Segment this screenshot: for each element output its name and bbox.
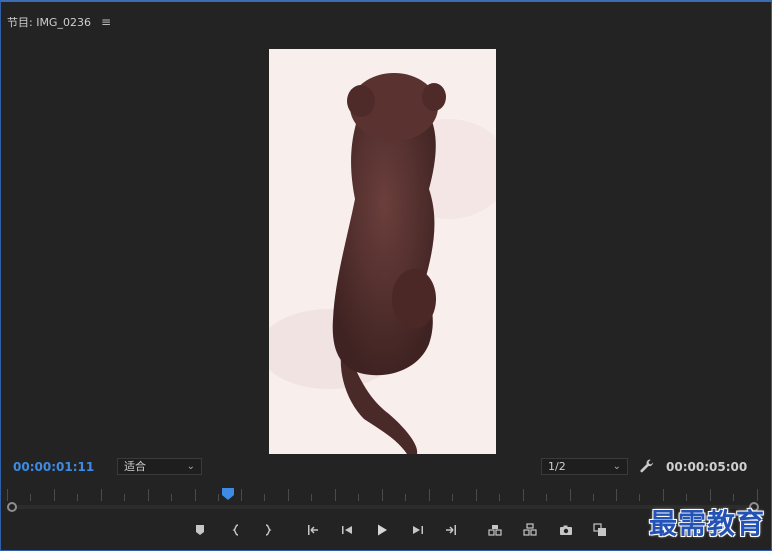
- playhead-marker[interactable]: [221, 486, 235, 500]
- mark-in-button[interactable]: [227, 521, 245, 539]
- ruler-tick-minor: [452, 494, 453, 501]
- step-forward-button[interactable]: [409, 521, 427, 539]
- ruler-tick-minor: [639, 494, 640, 501]
- dog-preview-image: [269, 49, 496, 454]
- chevron-down-icon: ⌄: [612, 461, 621, 472]
- scrollbar-start-handle[interactable]: [7, 502, 17, 512]
- duration-timecode: 00:00:05:00: [666, 460, 748, 474]
- ruler-tick-minor: [311, 494, 312, 501]
- go-to-in-button[interactable]: [304, 521, 322, 539]
- ruler-tick-major: [523, 489, 524, 501]
- zoom-scrollbar[interactable]: [7, 502, 759, 512]
- video-preview: [269, 49, 496, 454]
- ruler-tick-minor: [171, 494, 172, 501]
- ruler-tick-minor: [686, 494, 687, 501]
- ruler-tick-minor: [593, 494, 594, 501]
- comparison-view-button[interactable]: [591, 521, 609, 539]
- ruler-tick-minor: [546, 494, 547, 501]
- monitor-controls-row: 00:00:01:11 适合 ⌄ 1/2 ⌄ 00:00:05:00: [1, 457, 771, 477]
- ruler-tick-major: [710, 489, 711, 501]
- watermark-logo: 最需教育: [649, 507, 766, 540]
- step-back-icon: [342, 526, 352, 534]
- go-to-in-icon: [308, 525, 318, 535]
- mini-timeline[interactable]: [7, 485, 759, 513]
- add-marker-button[interactable]: [191, 521, 209, 539]
- current-timecode[interactable]: 00:00:01:11: [13, 460, 94, 474]
- step-forward-icon: [413, 526, 423, 534]
- ruler-tick-major: [7, 489, 8, 501]
- ruler-tick-major: [616, 489, 617, 501]
- ruler-tick-major: [570, 489, 571, 501]
- ruler-tick-minor: [733, 494, 734, 501]
- marker-icon: [196, 525, 204, 535]
- panel-title: 节目: IMG_0236: [7, 16, 91, 29]
- ruler-tick-minor: [218, 494, 219, 501]
- ruler-tick-major: [241, 489, 242, 501]
- ruler-tick-major: [101, 489, 102, 501]
- playback-resolution-select[interactable]: 1/2 ⌄: [541, 458, 628, 475]
- play-icon: [378, 524, 387, 536]
- mark-out-icon: [265, 524, 272, 536]
- extract-icon: [523, 523, 537, 536]
- ruler-tick-major: [54, 489, 55, 501]
- ruler-tick-major: [195, 489, 196, 501]
- zoom-level-select[interactable]: 适合 ⌄: [117, 458, 202, 475]
- lift-icon: [488, 525, 502, 536]
- lift-button[interactable]: [486, 521, 504, 539]
- ruler-tick-minor: [30, 494, 31, 501]
- mark-in-icon: [232, 524, 239, 536]
- scrollbar-track[interactable]: [15, 505, 751, 509]
- play-button[interactable]: [373, 521, 391, 539]
- ruler-tick-major: [382, 489, 383, 501]
- ruler-tick-minor: [358, 494, 359, 501]
- go-to-out-icon: [446, 525, 456, 535]
- ruler-tick-major: [148, 489, 149, 501]
- panel-tab[interactable]: 节目: IMG_0236 ≡: [7, 14, 111, 30]
- extract-button[interactable]: [521, 521, 539, 539]
- ruler-tick-minor: [499, 494, 500, 501]
- ruler-tick-minor: [77, 494, 78, 501]
- playback-resolution-value: 1/2: [548, 460, 566, 473]
- chevron-down-icon: ⌄: [186, 461, 195, 472]
- ruler-tick-major: [288, 489, 289, 501]
- ruler-tick-minor: [405, 494, 406, 501]
- ruler-tick-major: [663, 489, 664, 501]
- step-back-button[interactable]: [338, 521, 356, 539]
- ruler-tick-minor: [264, 494, 265, 501]
- ruler-tick-major: [476, 489, 477, 501]
- export-frame-button[interactable]: [557, 521, 575, 539]
- ruler-tick-minor: [124, 494, 125, 501]
- comparison-icon: [593, 523, 606, 536]
- ruler-tick-major: [335, 489, 336, 501]
- program-monitor-panel: 节目: IMG_0236 ≡ 00:00:01:11 适合 ⌄ 1/2 ⌄ 00…: [0, 0, 772, 551]
- ruler-tick-major: [757, 489, 758, 501]
- mark-out-button[interactable]: [259, 521, 277, 539]
- wrench-icon[interactable]: [639, 458, 655, 474]
- camera-icon: [560, 525, 572, 535]
- zoom-level-value: 适合: [124, 460, 146, 473]
- ruler-tick-major: [429, 489, 430, 501]
- hamburger-menu-icon[interactable]: ≡: [101, 15, 111, 29]
- time-ruler[interactable]: [7, 485, 759, 501]
- go-to-out-button[interactable]: [442, 521, 460, 539]
